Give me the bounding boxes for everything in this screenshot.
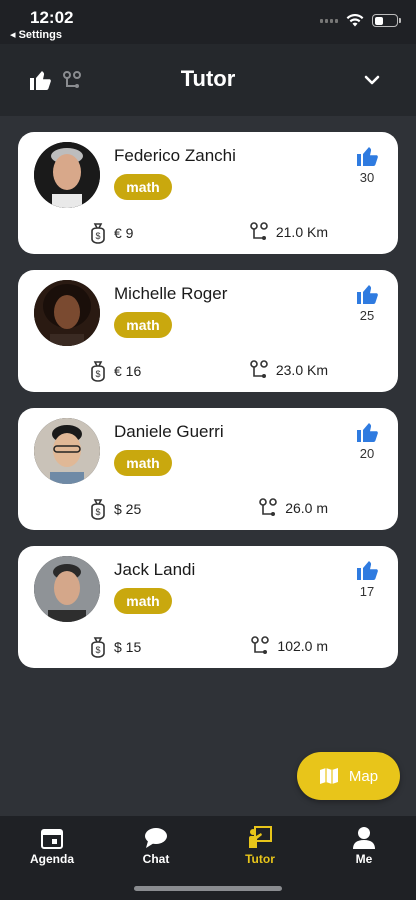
money-bag-icon: $ (91, 361, 105, 382)
likes-count: 20 (359, 446, 375, 461)
subject-badge: math (114, 588, 172, 614)
price-value: $ 15 (114, 639, 142, 655)
distance: 21.0 Km (250, 222, 328, 242)
svg-text:$: $ (95, 645, 100, 655)
tutor-name: Daniele Guerri (114, 422, 224, 441)
status-time: 12:02 (30, 8, 74, 27)
tab-me[interactable]: Me (324, 826, 404, 866)
home-indicator (134, 886, 282, 891)
chevron-down-icon[interactable] (364, 74, 380, 86)
avatar (34, 142, 100, 208)
person-icon (353, 827, 375, 849)
tab-agenda[interactable]: Agenda (12, 826, 92, 866)
money-bag-icon: $ (91, 637, 105, 658)
distance-value: 26.0 m (285, 500, 328, 516)
distance: 26.0 m (259, 498, 328, 518)
status-indicators (320, 14, 401, 27)
likes-counter[interactable]: 20 (352, 420, 382, 461)
money-bag-icon: $ (91, 223, 105, 244)
battery-icon (372, 14, 401, 27)
map-button[interactable]: Map (297, 752, 400, 800)
likes-counter[interactable]: 25 (352, 282, 382, 323)
cellular-signal-icon (320, 18, 338, 23)
distance-value: 23.0 Km (275, 362, 328, 378)
app-header: Tutor (0, 44, 416, 116)
route-icon (259, 498, 277, 516)
distance-value: 21.0 Km (275, 224, 328, 240)
route-icon (250, 222, 268, 240)
likes-count: 17 (359, 584, 375, 599)
chat-bubble-icon (145, 828, 167, 848)
subject-badge: math (114, 450, 172, 476)
route-icon (251, 636, 270, 654)
avatar (34, 556, 100, 622)
svg-text:$: $ (95, 231, 100, 241)
svg-text:$: $ (95, 369, 100, 379)
status-bar: 12:02 ◂ Settings (0, 0, 416, 44)
page-title: Tutor (180, 66, 236, 91)
tutor-name: Michelle Roger (114, 284, 228, 303)
teacher-icon (249, 826, 272, 848)
tutor-list: Federico Zanchi math 30 $ € 9 21.0 Km Mi… (18, 132, 398, 684)
tutor-card[interactable]: Daniele Guerri math 20 $ $ 25 26.0 m (18, 408, 398, 530)
tutor-card[interactable]: Jack Landi math 17 $ $ 15 102.0 m (18, 546, 398, 668)
thumbs-up-icon (357, 285, 378, 304)
distance: 23.0 Km (250, 360, 328, 380)
tutor-card[interactable]: Michelle Roger math 25 $ € 16 23.0 Km (18, 270, 398, 392)
distance: 102.0 m (251, 636, 328, 656)
thumbs-up-icon (357, 147, 378, 166)
price: $ $ 15 (88, 636, 141, 658)
subject-badge: math (114, 312, 172, 338)
svg-text:$: $ (95, 507, 100, 517)
map-button-label: Map (348, 767, 379, 785)
likes-counter[interactable]: 17 (352, 558, 382, 599)
price-value: $ 25 (114, 501, 142, 517)
route-icon (250, 360, 268, 378)
tutor-name: Federico Zanchi (114, 146, 236, 165)
tutor-name: Jack Landi (114, 560, 196, 579)
price: $ € 16 (88, 360, 141, 382)
back-to-settings-link[interactable]: ◂ Settings (10, 28, 62, 41)
thumbs-up-icon (357, 561, 378, 580)
tab-chat[interactable]: Chat (116, 826, 196, 866)
likes-count: 25 (359, 308, 375, 323)
likes-counter[interactable]: 30 (352, 144, 382, 185)
avatar (34, 418, 100, 484)
tab-label: Me (355, 852, 373, 866)
tutor-card[interactable]: Federico Zanchi math 30 $ € 9 21.0 Km (18, 132, 398, 254)
tab-tutor[interactable]: Tutor (220, 826, 300, 866)
money-bag-icon: $ (91, 499, 105, 520)
tab-label: Chat (142, 852, 170, 866)
avatar (34, 280, 100, 346)
price: $ $ 25 (88, 498, 141, 520)
subject-badge: math (114, 174, 172, 200)
likes-count: 30 (359, 170, 375, 185)
distance-value: 102.0 m (277, 638, 328, 654)
price-value: € 9 (114, 225, 134, 241)
price-value: € 16 (114, 363, 142, 379)
thumbs-up-icon (357, 423, 378, 442)
tab-label: Agenda (29, 852, 74, 866)
wifi-icon (346, 14, 364, 27)
price: $ € 9 (88, 222, 133, 244)
tab-label: Tutor (245, 852, 275, 866)
calendar-icon (41, 829, 63, 849)
map-icon (319, 768, 338, 784)
